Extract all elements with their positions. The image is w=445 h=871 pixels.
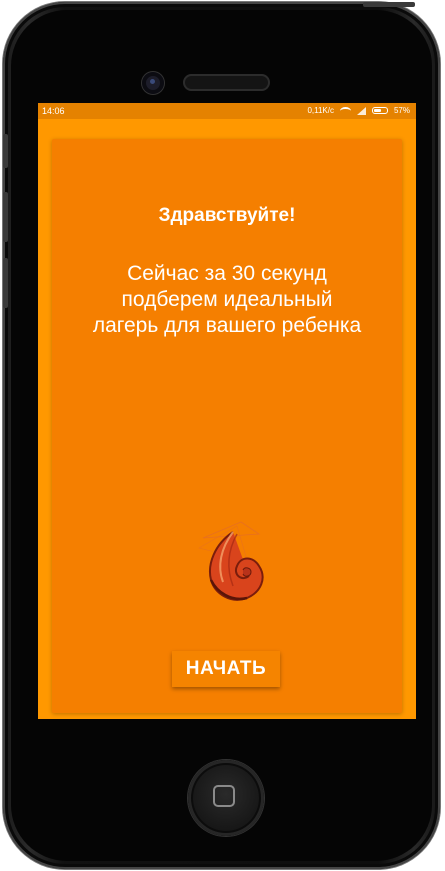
app-screen: 14:06 0,11K/c 57% Здравствуйте! Сейчас з…: [38, 103, 416, 719]
start-button[interactable]: НАЧАТЬ: [172, 651, 280, 687]
status-time: 14:06: [42, 106, 65, 116]
status-bar: 14:06 0,11K/c 57%: [38, 103, 416, 119]
earpiece-speaker: [183, 74, 270, 91]
home-button: [188, 760, 264, 836]
greeting-title: Здравствуйте!: [158, 205, 296, 226]
phone-frame: 14:06 0,11K/c 57% Здравствуйте! Сейчас з…: [3, 2, 440, 869]
battery-percent: 57%: [393, 106, 410, 115]
home-square-icon: [213, 785, 235, 807]
front-camera: [142, 72, 164, 94]
power-button: [363, 2, 415, 7]
status-indicators: 0,11K/c 57%: [307, 106, 410, 115]
volume-up-button: [3, 192, 8, 242]
wifi-icon: [339, 106, 351, 115]
signal-icon: [356, 106, 366, 115]
network-speed: 0,11K/c: [307, 106, 334, 115]
volume-down-button: [3, 258, 8, 308]
welcome-card: Здравствуйте! Сейчас за 30 секунд подбер…: [52, 139, 402, 713]
shell-logo: [198, 521, 264, 601]
silent-switch: [3, 134, 8, 168]
welcome-message: Сейчас за 30 секунд подберем идеальный л…: [92, 262, 362, 337]
battery-icon: [371, 107, 388, 114]
